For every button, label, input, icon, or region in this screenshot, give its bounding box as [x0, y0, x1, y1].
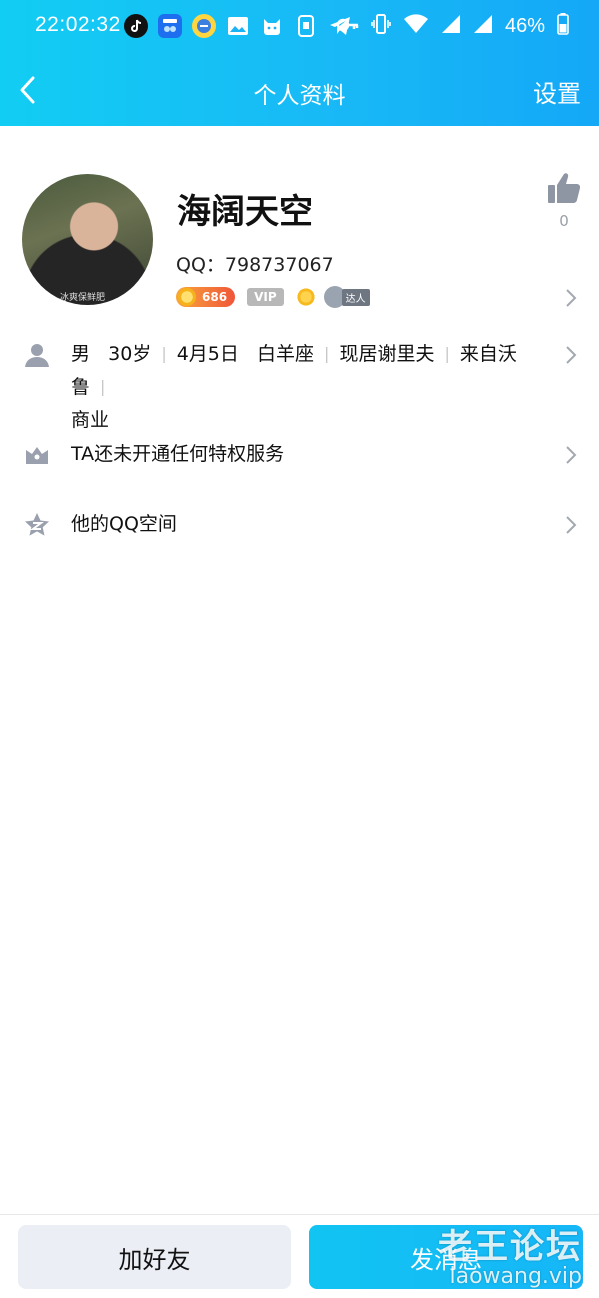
- crown-icon: [24, 442, 50, 468]
- nickname: 海阔天空: [177, 192, 313, 232]
- phone-manager-icon: [294, 14, 318, 38]
- occupation: 商业: [71, 409, 110, 431]
- birthday: 4月5日: [176, 343, 239, 365]
- header: 22:02:32 46% 个人资料 设置: [0, 0, 599, 126]
- weather-app-icon: [158, 14, 182, 38]
- tiktok-icon: [124, 14, 148, 38]
- vibrate-icon: [371, 13, 391, 39]
- system-status: 46%: [336, 13, 569, 39]
- avatar-caption: 冰爽保鲜肥: [60, 293, 106, 303]
- level-badge-value: 686: [202, 290, 228, 304]
- page-title: 个人资料: [253, 83, 346, 109]
- level-badge[interactable]: 686: [176, 287, 236, 307]
- status-bar: 22:02:32 46%: [0, 0, 599, 54]
- cat-app-icon: [260, 14, 284, 38]
- vip-badge[interactable]: VIP: [247, 288, 284, 306]
- battery-percent: 46%: [504, 14, 545, 37]
- talent-badge[interactable]: 达人: [323, 286, 370, 308]
- chevron-right-icon: [566, 289, 577, 307]
- privilege-row[interactable]: TA还未开通任何特权服务: [0, 438, 599, 472]
- person-icon: [24, 342, 50, 368]
- send-message-button[interactable]: 发消息: [309, 1225, 583, 1289]
- notification-icons: [124, 14, 352, 38]
- qzone-row[interactable]: 他的QQ空间: [0, 508, 599, 542]
- profile-card[interactable]: 冰爽保鲜肥 海阔天空 QQ：798737067 686 VIP 达人 0: [0, 126, 599, 326]
- qzone-star-icon: [24, 512, 50, 538]
- basic-info-text: 男 30岁 | 4月5日 白羊座 | 现居谢里夫 | 来自沃鲁 | 商业: [71, 338, 561, 436]
- location: 现居谢里夫: [339, 343, 435, 365]
- chevron-right-icon: [565, 445, 577, 469]
- zodiac: 白羊座: [257, 343, 315, 365]
- nav-bar: 个人资料 设置: [0, 54, 599, 126]
- vpn-key-icon: [336, 17, 359, 36]
- sticker-app-icon: [192, 14, 216, 38]
- age: 30岁: [108, 343, 152, 365]
- profile-chevron: [565, 288, 577, 312]
- sun-icon[interactable]: [295, 287, 316, 307]
- gender: 男: [71, 343, 91, 365]
- separator: |: [444, 344, 450, 363]
- thumbs-up-icon: [548, 173, 581, 203]
- status-time: 22:02:32: [35, 13, 121, 36]
- chevron-right-icon: [565, 345, 577, 369]
- qq-number: QQ：798737067: [176, 254, 334, 276]
- wifi-icon: [403, 14, 429, 38]
- qzone-label: 他的QQ空间: [71, 513, 177, 535]
- add-friend-button[interactable]: 加好友: [18, 1225, 291, 1289]
- signal-icon: [441, 14, 461, 38]
- badge-row[interactable]: 686 VIP 达人: [176, 286, 370, 308]
- like-button[interactable]: 0: [546, 172, 582, 230]
- settings-button[interactable]: 设置: [533, 74, 581, 109]
- avatar[interactable]: 冰爽保鲜肥: [22, 174, 153, 305]
- chevron-right-icon: [565, 515, 577, 539]
- like-count: 0: [559, 212, 569, 230]
- signal-icon: [473, 14, 493, 38]
- gallery-icon: [226, 14, 250, 38]
- separator: |: [100, 377, 106, 396]
- basic-info-row[interactable]: 男 30岁 | 4月5日 白羊座 | 现居谢里夫 | 来自沃鲁 | 商业: [0, 338, 599, 431]
- battery-icon: [557, 13, 569, 39]
- bottom-action-bar: 加好友 发消息: [0, 1214, 599, 1298]
- separator: |: [324, 344, 330, 363]
- separator: |: [161, 344, 167, 363]
- talent-badge-label: 达人: [341, 288, 370, 306]
- coin-icon: [178, 288, 196, 306]
- privilege-label: TA还未开通任何特权服务: [71, 443, 285, 465]
